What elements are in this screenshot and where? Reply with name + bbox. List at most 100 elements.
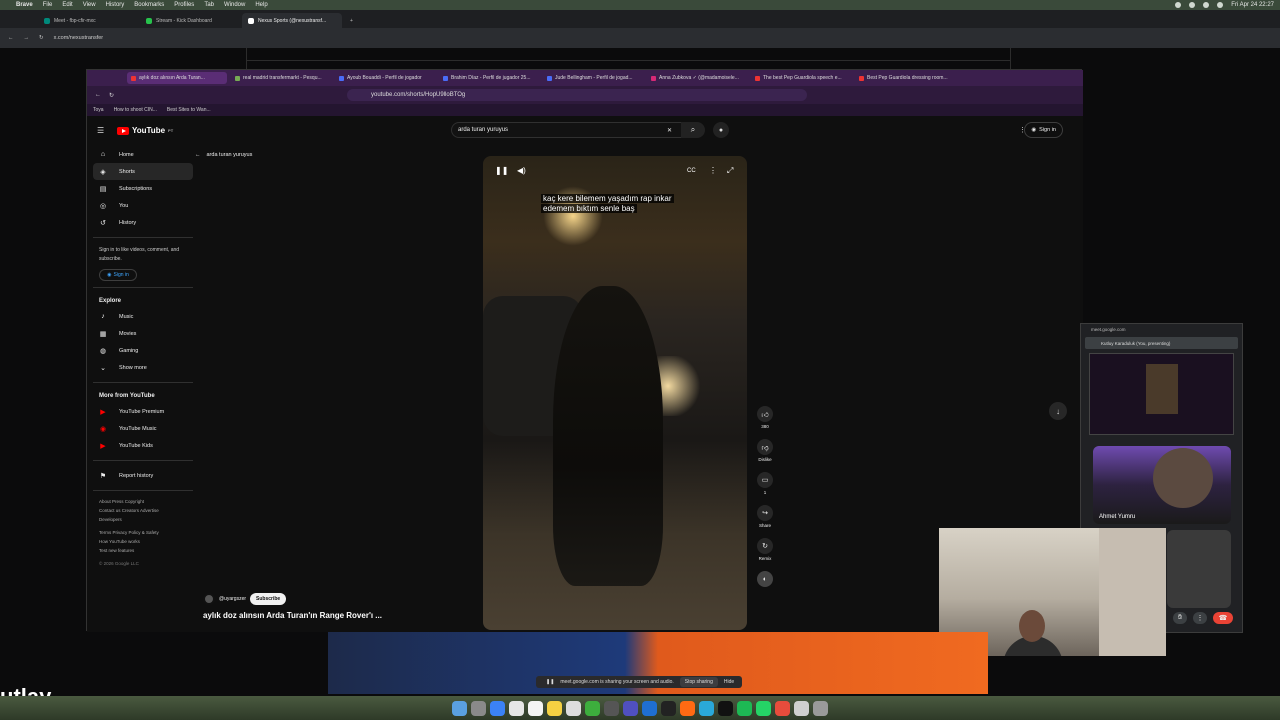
terminal-icon[interactable]: [661, 700, 676, 716]
footer-links[interactable]: How YouTube works: [93, 537, 193, 546]
outer-tab-x[interactable]: Nexus Sports (@nexustransf...: [242, 13, 342, 28]
vscode-icon[interactable]: [642, 700, 657, 716]
youtube-logo[interactable]: YouTube PT: [117, 126, 173, 135]
trash-icon[interactable]: [813, 700, 828, 716]
menu-edit[interactable]: Edit: [62, 2, 72, 8]
sidebar-item-home[interactable]: ⌂ Home: [93, 146, 193, 163]
footer-links[interactable]: Developers: [93, 515, 193, 524]
stop-sharing-button[interactable]: Stop sharing: [679, 677, 718, 687]
inner-tab[interactable]: real madrid transfermarkt - Pesqu...: [231, 72, 331, 84]
control-center-icon[interactable]: [1217, 2, 1224, 8]
sidebar-item-kids[interactable]: ▶ YouTube Kids: [93, 437, 193, 454]
reload-icon[interactable]: ↻: [39, 35, 44, 41]
forward-icon[interactable]: →: [24, 35, 30, 41]
new-tab-button[interactable]: +: [344, 13, 358, 28]
voice-search-button[interactable]: ●: [713, 122, 729, 138]
menubar-app-name[interactable]: Brave: [16, 2, 33, 8]
menu-view[interactable]: View: [83, 2, 96, 8]
sidebar-item-history[interactable]: ↺ History: [93, 214, 193, 231]
like-button[interactable]: 👍︎ 380: [755, 406, 775, 429]
bookmark-item[interactable]: Best Sites to Wan...: [167, 107, 211, 113]
menu-help[interactable]: Help: [255, 2, 267, 8]
bookmark-item[interactable]: How to shoot CIN...: [114, 107, 157, 113]
whatsapp-icon[interactable]: [756, 700, 771, 716]
launchpad-icon[interactable]: [471, 700, 486, 716]
finder-icon[interactable]: [452, 700, 467, 716]
menu-window[interactable]: Window: [224, 2, 245, 8]
app-icon[interactable]: [718, 700, 733, 716]
next-video-button[interactable]: ↓: [1049, 402, 1067, 420]
video-more-icon[interactable]: ⋮: [709, 166, 717, 175]
outer-url[interactable]: x.com/nexustransfer: [54, 35, 104, 41]
sound-button[interactable]: ◐: [755, 571, 775, 587]
messages-icon[interactable]: [509, 700, 524, 716]
inner-back-icon[interactable]: ←: [95, 92, 101, 98]
meet-more-icon[interactable]: ⋮: [1193, 612, 1207, 624]
menu-profiles[interactable]: Profiles: [174, 2, 194, 8]
downloads-icon[interactable]: [794, 700, 809, 716]
dislike-button[interactable]: 👎︎ Dislike: [755, 439, 775, 462]
chrome-icon[interactable]: [585, 700, 600, 716]
pause-share-icon[interactable]: ❚❚: [546, 679, 554, 685]
share-button[interactable]: ↪ Share: [755, 505, 775, 528]
raise-hand-icon[interactable]: ✋︎: [1173, 612, 1187, 624]
comments-button[interactable]: ▭ 1: [755, 472, 775, 495]
inner-tab[interactable]: Ayoub Bouaddi - Perfil de jogador: [335, 72, 435, 84]
spotify-icon[interactable]: [737, 700, 752, 716]
clear-search-icon[interactable]: ✕: [667, 127, 672, 134]
menu-file[interactable]: File: [43, 2, 53, 8]
safari-icon[interactable]: [490, 700, 505, 716]
bookmark-item[interactable]: Toya: [93, 107, 104, 113]
menu-hamburger-icon[interactable]: ☰: [97, 126, 104, 135]
video-title[interactable]: aylık doz alınsın Arda Turan'ın Range Ro…: [203, 611, 382, 620]
end-call-icon[interactable]: ☎: [1213, 612, 1233, 624]
channel-handle[interactable]: @uyargszer: [219, 596, 246, 602]
back-to-search[interactable]: ← arda turan yuruyus: [195, 152, 252, 158]
presentation-preview[interactable]: [1089, 353, 1234, 435]
inner-tab[interactable]: The best Pep Guardiola speech e...: [751, 72, 851, 84]
inner-tab[interactable]: aylık doz alınsın Arda Turan...: [127, 72, 227, 84]
search-input[interactable]: arda turan yuruyus ✕: [451, 122, 701, 138]
captions-icon[interactable]: CC: [687, 168, 696, 174]
sidebar-item-subscriptions[interactable]: ▤ Subscriptions: [93, 180, 193, 197]
shorts-video-player[interactable]: ❚❚ ◀) CC ⋮ ⤢ kaç kere bilemem yaşadım ra…: [483, 156, 747, 630]
sidebar-item-show-more[interactable]: ⌄ Show more: [93, 359, 193, 376]
sidebar-sign-in-button[interactable]: ◉ Sign in: [99, 269, 137, 281]
battery-icon[interactable]: [1203, 2, 1210, 8]
menu-tab[interactable]: Tab: [204, 2, 214, 8]
hide-share-bar-button[interactable]: Hide: [724, 679, 734, 685]
remix-button[interactable]: ↻ Remix: [755, 538, 775, 561]
menu-bookmarks[interactable]: Bookmarks: [134, 2, 164, 8]
footer-links[interactable]: Test new features: [93, 546, 193, 555]
sidebar-item-report-history[interactable]: ⚑ Report history: [93, 467, 193, 484]
footer-links[interactable]: Contact us Creators Advertise: [93, 506, 193, 515]
volume-icon[interactable]: ◀): [517, 166, 526, 175]
app-icon[interactable]: [775, 700, 790, 716]
self-tile[interactable]: [1167, 530, 1231, 608]
sidebar-item-you[interactable]: ◎ You: [93, 197, 193, 214]
sidebar-item-gaming[interactable]: ◍ Gaming: [93, 342, 193, 359]
back-icon[interactable]: ←: [8, 35, 14, 41]
avatar[interactable]: [203, 593, 215, 605]
fullscreen-icon[interactable]: ⤢: [727, 166, 733, 176]
inner-tab[interactable]: Jude Bellingham - Perfil de jogad...: [543, 72, 643, 84]
app-icon[interactable]: [699, 700, 714, 716]
teams-icon[interactable]: [623, 700, 638, 716]
app-icon[interactable]: [604, 700, 619, 716]
sidebar-item-shorts[interactable]: ◈ Shorts: [93, 163, 193, 180]
sidebar-item-music[interactable]: ♪ Music: [93, 308, 193, 325]
brave-icon[interactable]: [680, 700, 695, 716]
status-icon[interactable]: [1175, 2, 1182, 8]
footer-links[interactable]: Terms Privacy Policy & Safety: [93, 528, 193, 537]
inner-url-field[interactable]: youtube.com/shorts/HopU9lloBTOg: [347, 89, 807, 101]
menu-history[interactable]: History: [106, 2, 125, 8]
sidebar-item-premium[interactable]: ▶ YouTube Premium: [93, 403, 193, 420]
sidebar-item-music-app[interactable]: ◉ YouTube Music: [93, 420, 193, 437]
subscribe-button[interactable]: Subscribe: [250, 593, 287, 605]
participant-tile[interactable]: Ahmet Yumru: [1093, 446, 1231, 524]
footer-links[interactable]: About Press Copyright: [93, 497, 193, 506]
pause-icon[interactable]: ❚❚: [495, 166, 508, 175]
menubar-datetime[interactable]: Fri Apr 24 22:27: [1231, 2, 1274, 8]
outer-tab-kick[interactable]: Stream - Kick Dashboard: [140, 13, 240, 28]
notes-icon[interactable]: [547, 700, 562, 716]
